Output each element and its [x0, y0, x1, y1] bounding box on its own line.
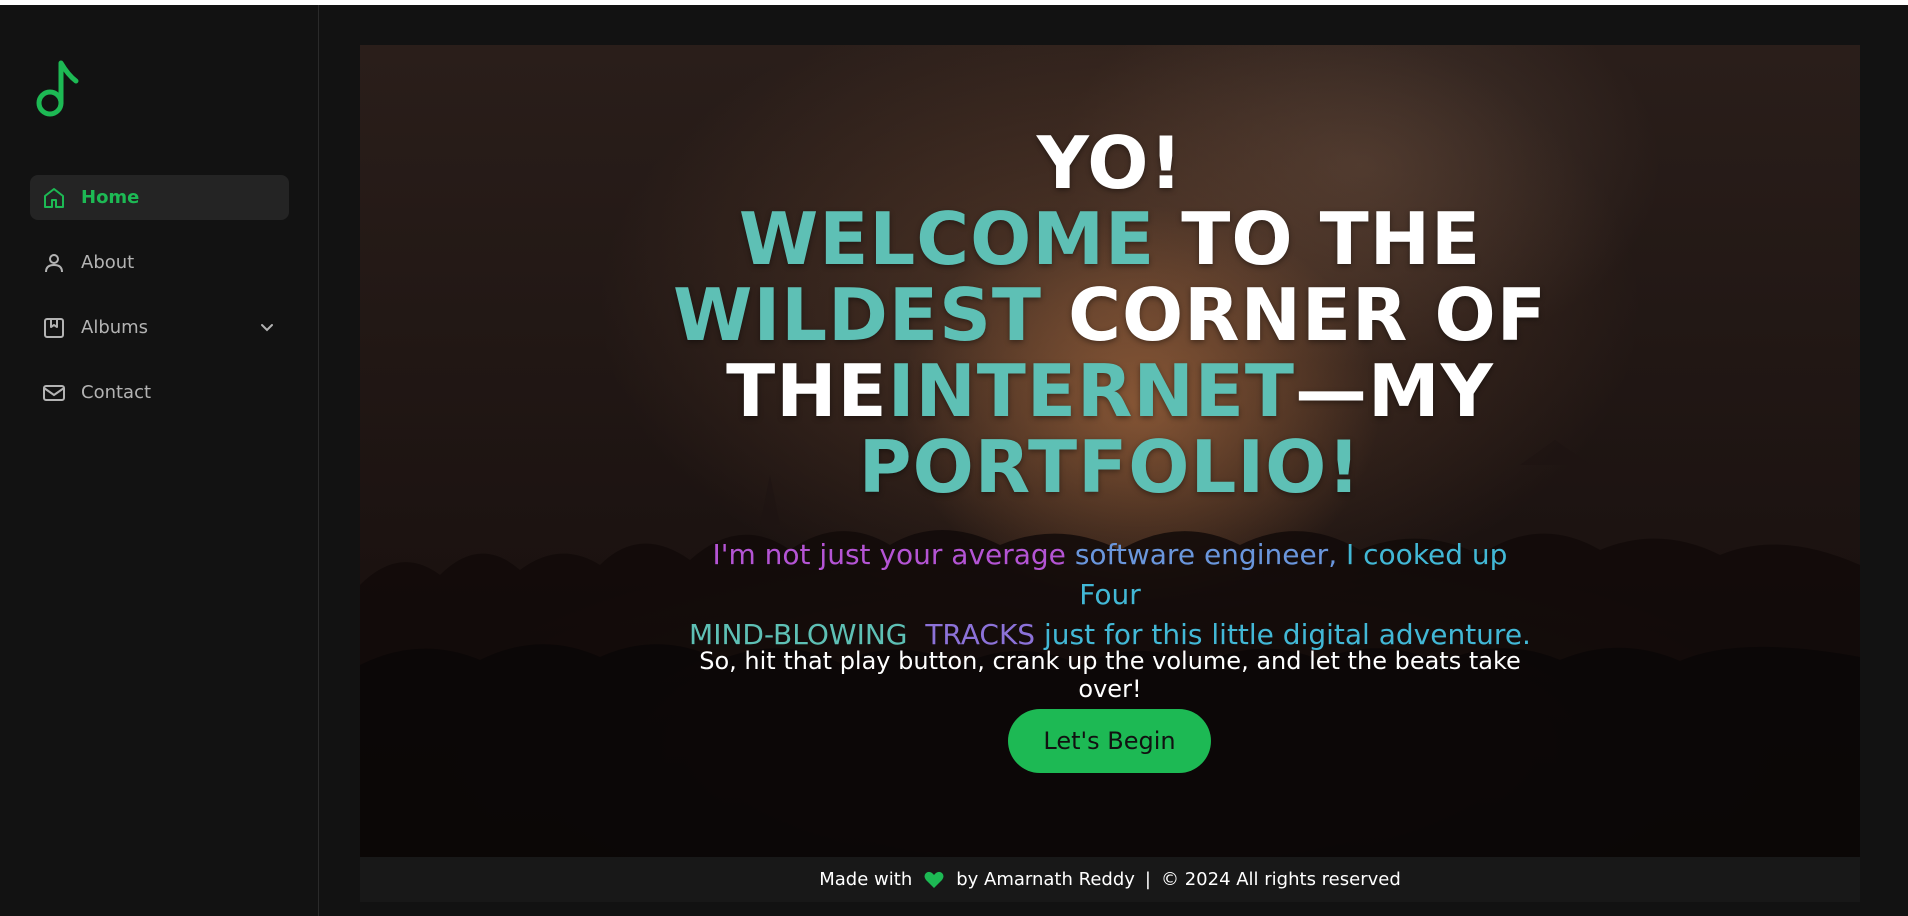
footer-copyright: © 2024 All rights reserved: [1160, 869, 1401, 890]
sidebar-item-contact[interactable]: Contact: [30, 370, 289, 415]
footer: Made with by Amarnath Reddy | © 2024 All…: [360, 857, 1860, 902]
headline-welcome: WELCOME: [738, 197, 1156, 281]
lets-begin-button[interactable]: Let's Begin: [1008, 709, 1211, 773]
footer-separator: |: [1144, 869, 1151, 890]
sidebar-item-about[interactable]: About: [30, 240, 289, 285]
hero-section: YO! WELCOME TO THE WILDEST CORNER OF THE…: [360, 45, 1860, 857]
footer-author: by Amarnath Reddy: [956, 869, 1135, 890]
mail-icon: [41, 380, 67, 406]
hero-headline: YO! WELCOME TO THE WILDEST CORNER OF THE…: [640, 125, 1580, 505]
sidebar-item-label: Home: [81, 187, 140, 208]
headline-portfolio: PORTFOLIO!: [858, 425, 1362, 509]
sidebar-item-label: Contact: [81, 382, 152, 403]
headline-corner-of: CORNER OF: [1042, 273, 1547, 357]
bookmark-icon: [41, 315, 67, 341]
headline-the: THE: [726, 349, 888, 433]
hero-subline: So, hit that play button, crank up the v…: [699, 647, 1521, 703]
sidebar: Home About Albums Contact: [0, 5, 319, 916]
chevron-down-icon[interactable]: [257, 317, 277, 337]
tagline-part: software engineer,: [1074, 538, 1346, 571]
hero-content: YO! WELCOME TO THE WILDEST CORNER OF THE…: [360, 45, 1860, 857]
home-icon: [41, 185, 67, 211]
headline-dash-my: —MY: [1295, 349, 1494, 433]
headline-yo: YO!: [1036, 121, 1184, 205]
sidebar-item-albums[interactable]: Albums: [30, 305, 289, 350]
scrollbar[interactable]: [1894, 5, 1908, 916]
sidebar-item-home[interactable]: Home: [30, 175, 289, 220]
sidebar-item-label: About: [81, 252, 135, 273]
tagline-part: I'm not just your average: [712, 538, 1075, 571]
headline-internet: INTERNET: [887, 349, 1296, 433]
sidebar-item-label: Albums: [81, 317, 149, 338]
headline-wildest: WILDEST: [673, 273, 1043, 357]
footer-made-with: Made with: [819, 869, 913, 890]
headline-to-the: TO THE: [1155, 197, 1482, 281]
hero-tagline: I'm not just your average software engin…: [680, 535, 1540, 655]
heart-icon: [924, 871, 944, 889]
user-icon: [41, 250, 67, 276]
music-note-icon[interactable]: [34, 55, 84, 123]
